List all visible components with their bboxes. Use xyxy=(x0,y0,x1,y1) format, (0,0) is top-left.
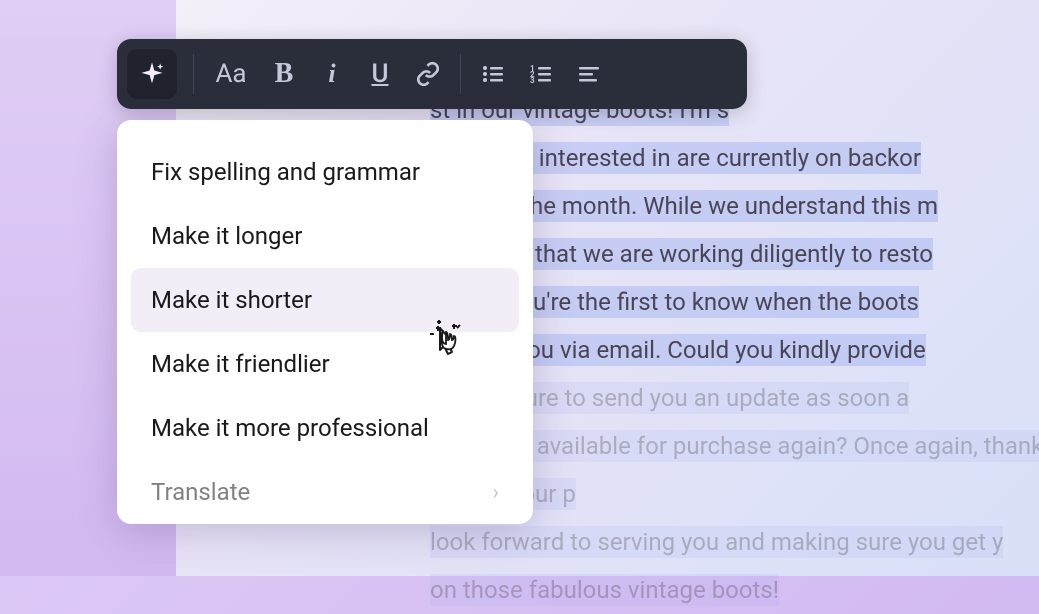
toolbar-divider xyxy=(193,54,194,94)
dropdown-item-label: Make it friendlier xyxy=(151,350,330,378)
dropdown-item-label: Make it shorter xyxy=(151,286,312,314)
dropdown-item-label: Fix spelling and grammar xyxy=(151,158,420,186)
font-size-label: Aa xyxy=(215,59,246,89)
chevron-right-icon: › xyxy=(492,480,499,505)
numbered-list-button[interactable]: 1 2 3 xyxy=(517,49,565,99)
bold-button[interactable]: B xyxy=(260,49,308,99)
align-left-icon xyxy=(577,62,601,86)
link-button[interactable] xyxy=(404,49,452,99)
bullet-list-icon xyxy=(481,62,505,86)
dropdown-item-make-professional[interactable]: Make it more professional xyxy=(131,396,519,460)
font-size-button[interactable]: Aa xyxy=(202,49,260,99)
text-line: on those fabulous vintage boots! xyxy=(430,574,779,606)
dropdown-item-label: Make it longer xyxy=(151,222,302,250)
toolbar-divider xyxy=(460,54,461,94)
svg-text:3: 3 xyxy=(530,76,535,85)
ai-sparkle-button[interactable] xyxy=(127,49,177,99)
formatting-toolbar: Aa B i U 1 2 3 xyxy=(117,39,747,109)
dropdown-item-label: Make it more professional xyxy=(151,414,429,442)
italic-icon: i xyxy=(328,59,335,89)
bullet-list-button[interactable] xyxy=(469,49,517,99)
dropdown-item-label: Translate xyxy=(151,478,250,506)
numbered-list-icon: 1 2 3 xyxy=(529,62,553,86)
text-line: look forward to serving you and making s… xyxy=(430,526,1003,558)
dropdown-item-translate[interactable]: Translate › xyxy=(131,460,519,524)
italic-button[interactable]: i xyxy=(308,49,356,99)
dropdown-item-fix-spelling[interactable]: Fix spelling and grammar xyxy=(131,140,519,204)
link-icon xyxy=(415,61,441,87)
underline-button[interactable]: U xyxy=(356,49,404,99)
underline-icon: U xyxy=(371,59,388,89)
dropdown-item-make-shorter[interactable]: Make it shorter xyxy=(131,268,519,332)
dropdown-item-make-friendlier[interactable]: Make it friendlier xyxy=(131,332,519,396)
bold-icon: B xyxy=(275,58,294,90)
sparkle-icon xyxy=(138,60,166,88)
dropdown-item-make-longer[interactable]: Make it longer xyxy=(131,204,519,268)
ai-actions-dropdown: Fix spelling and grammar Make it longer … xyxy=(117,120,533,524)
align-button[interactable] xyxy=(565,49,613,99)
